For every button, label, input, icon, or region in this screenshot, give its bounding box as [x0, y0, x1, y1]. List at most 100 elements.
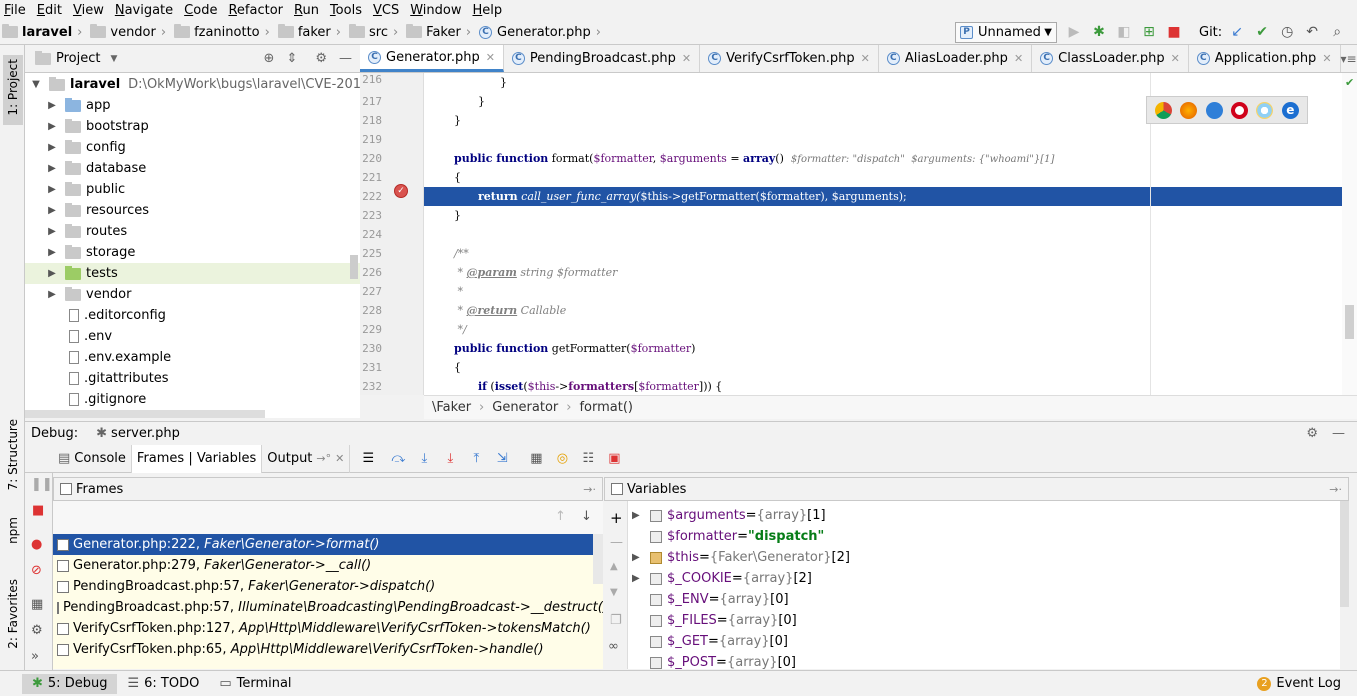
view-breakpoints-icon[interactable]: ●: [31, 537, 42, 552]
variable-row[interactable]: $_GET = {array} [0]: [650, 631, 788, 652]
pin-icon[interactable]: →°: [316, 452, 331, 465]
frame-row[interactable]: PendingBroadcast.php:57, Illuminate\Broa…: [53, 597, 603, 618]
step-over-icon[interactable]: ⤼: [386, 447, 410, 471]
tree-root-laravel[interactable]: ▼ laravel D:\OkMyWork\bugs\laravel\CVE-2…: [29, 74, 360, 95]
tree-folder-resources[interactable]: ▶ resources: [45, 200, 149, 221]
tool-tab-todo[interactable]: ☰ 6: TODO: [117, 674, 209, 694]
opera-icon[interactable]: [1231, 101, 1249, 119]
step-into-icon[interactable]: ⤓: [412, 447, 436, 471]
tree-folder-public[interactable]: ▶ public: [45, 179, 125, 200]
close-icon[interactable]: ✕: [335, 452, 344, 465]
menu-code[interactable]: Code: [184, 3, 217, 18]
tree-folder-app[interactable]: ▶ app: [45, 95, 110, 116]
expand-arrow-icon[interactable]: ▼: [29, 79, 43, 90]
close-icon[interactable]: ✕: [682, 52, 691, 65]
tree-folder-routes[interactable]: ▶ routes: [45, 221, 127, 242]
npm-tool-tab[interactable]: npm: [3, 515, 23, 559]
tree-file-editorconfig[interactable]: .editorconfig: [69, 305, 166, 326]
tree-file-env-example[interactable]: .env.example: [69, 347, 171, 368]
run-to-cursor-icon[interactable]: ⇲: [490, 447, 514, 471]
stop-icon[interactable]: ■: [1164, 22, 1184, 42]
tab-output[interactable]: Output →° ✕: [262, 444, 351, 473]
clear-icon[interactable]: ▣: [602, 447, 626, 471]
tree-folder-tests[interactable]: ▶ tests: [25, 263, 360, 284]
crumb-class[interactable]: Generator: [492, 400, 558, 415]
breadcrumb-vendor[interactable]: vendor ›: [88, 20, 172, 45]
tab-classloader-php[interactable]: C ClassLoader.php ✕: [1032, 45, 1189, 72]
tree-file-gitattributes[interactable]: .gitattributes: [69, 368, 169, 389]
frame-row[interactable]: Generator.php:279, Faker\Generator->__ca…: [53, 555, 603, 576]
collapse-arrow-icon[interactable]: ▶: [45, 268, 59, 279]
scrollbar-thumb[interactable]: [1345, 305, 1354, 339]
menu-tools[interactable]: Tools: [330, 3, 362, 18]
expand-arrow-icon[interactable]: ▶: [632, 510, 650, 521]
close-icon[interactable]: ✕: [1322, 52, 1331, 65]
tree-folder-database[interactable]: ▶ database: [45, 158, 146, 179]
collapse-arrow-icon[interactable]: ▶: [45, 121, 59, 132]
gear-icon[interactable]: ⚙: [31, 623, 43, 638]
collapse-arrow-icon[interactable]: ▶: [45, 184, 59, 195]
move-down-icon[interactable]: ▼: [610, 587, 618, 598]
breadcrumb-laravel[interactable]: laravel ›: [0, 20, 88, 45]
tree-folder-storage[interactable]: ▶ storage: [45, 242, 135, 263]
show-execution-point-icon[interactable]: ☰: [356, 447, 380, 471]
history-icon[interactable]: ◷: [1277, 22, 1297, 42]
breadcrumb-faker-ns[interactable]: Faker ›: [404, 20, 477, 45]
remove-watch-icon[interactable]: —: [610, 535, 623, 550]
variable-row[interactable]: ▶ $this = {Faker\Generator} [2]: [632, 547, 850, 568]
safari-icon[interactable]: [1205, 101, 1223, 119]
tab-application-php[interactable]: C Application.php ✕: [1189, 45, 1341, 72]
edge-icon[interactable]: e: [1281, 101, 1299, 119]
menu-edit[interactable]: Edit: [37, 3, 62, 18]
tab-generator-php[interactable]: C Generator.php ✕: [360, 45, 504, 72]
breadcrumb-fzaninotto[interactable]: fzaninotto ›: [172, 20, 276, 45]
hide-panel-icon[interactable]: —: [339, 51, 352, 66]
step-out-icon[interactable]: ⤒: [464, 447, 488, 471]
frames-scrollbar[interactable]: [593, 534, 603, 584]
vcs-commit-icon[interactable]: ✔: [1252, 22, 1272, 42]
collapse-arrow-icon[interactable]: ▶: [45, 289, 59, 300]
search-icon[interactable]: ⌕: [1327, 22, 1347, 42]
menu-view[interactable]: View: [73, 3, 104, 18]
hide-panel-icon[interactable]: —: [1332, 426, 1345, 441]
coverage-icon[interactable]: ◧: [1114, 22, 1134, 42]
collapse-arrow-icon[interactable]: ▶: [45, 205, 59, 216]
menu-vcs[interactable]: VCS: [373, 3, 399, 18]
close-icon[interactable]: ✕: [486, 51, 495, 64]
gear-icon[interactable]: ⚙: [1306, 426, 1318, 441]
collapse-arrow-icon[interactable]: ▶: [45, 247, 59, 258]
tool-tab-debug[interactable]: ✱ 5: Debug: [22, 673, 118, 694]
breadcrumb-src[interactable]: src ›: [347, 20, 404, 45]
expand-arrow-icon[interactable]: ▶: [632, 552, 650, 563]
frame-row[interactable]: VerifyCsrfToken.php:65, App\Http\Middlew…: [53, 639, 603, 660]
pin-icon[interactable]: →·: [583, 483, 596, 496]
vcs-update-icon[interactable]: ↙: [1227, 22, 1247, 42]
variables-scrollbar[interactable]: [1340, 501, 1349, 607]
force-step-into-icon[interactable]: ⤓: [438, 447, 462, 471]
frame-row[interactable]: Generator.php:222, Faker\Generator->form…: [53, 534, 603, 555]
mute-breakpoints-icon[interactable]: ⊘: [31, 563, 42, 578]
tree-folder-config[interactable]: ▶ config: [45, 137, 126, 158]
collapse-arrow-icon[interactable]: ▶: [45, 226, 59, 237]
structure-tool-tab[interactable]: 7: Structure: [3, 417, 23, 490]
variable-row[interactable]: $_FILES = {array} [0]: [650, 610, 797, 631]
run-configuration-select[interactable]: P Unnamed ▼: [955, 22, 1057, 43]
pin-icon[interactable]: →·: [1329, 483, 1342, 496]
move-up-icon[interactable]: ▲: [610, 561, 618, 572]
breadcrumb-faker[interactable]: faker ›: [276, 20, 347, 45]
tree-folder-vendor[interactable]: ▶ vendor: [45, 284, 131, 305]
show-watches-icon[interactable]: ∞: [608, 639, 619, 654]
tree-file-env[interactable]: .env: [69, 326, 112, 347]
variable-row[interactable]: $_ENV = {array} [0]: [650, 589, 789, 610]
tab-overflow-icon[interactable]: ▾≡3: [1341, 45, 1357, 72]
tool-tab-terminal[interactable]: ▭ Terminal: [209, 674, 301, 694]
horizontal-scrollbar[interactable]: [25, 410, 265, 418]
menu-help[interactable]: Help: [473, 3, 503, 18]
evaluate-expression-icon[interactable]: ▦: [524, 447, 548, 471]
more-icon[interactable]: »: [31, 649, 39, 664]
chevron-down-icon[interactable]: ▼: [110, 54, 117, 64]
pause-icon[interactable]: ❚❚: [31, 477, 53, 492]
frame-row[interactable]: PendingBroadcast.php:57, Faker\Generator…: [53, 576, 603, 597]
attach-debugger-icon[interactable]: ⊞: [1139, 22, 1159, 42]
crumb-method[interactable]: format(): [579, 400, 633, 415]
